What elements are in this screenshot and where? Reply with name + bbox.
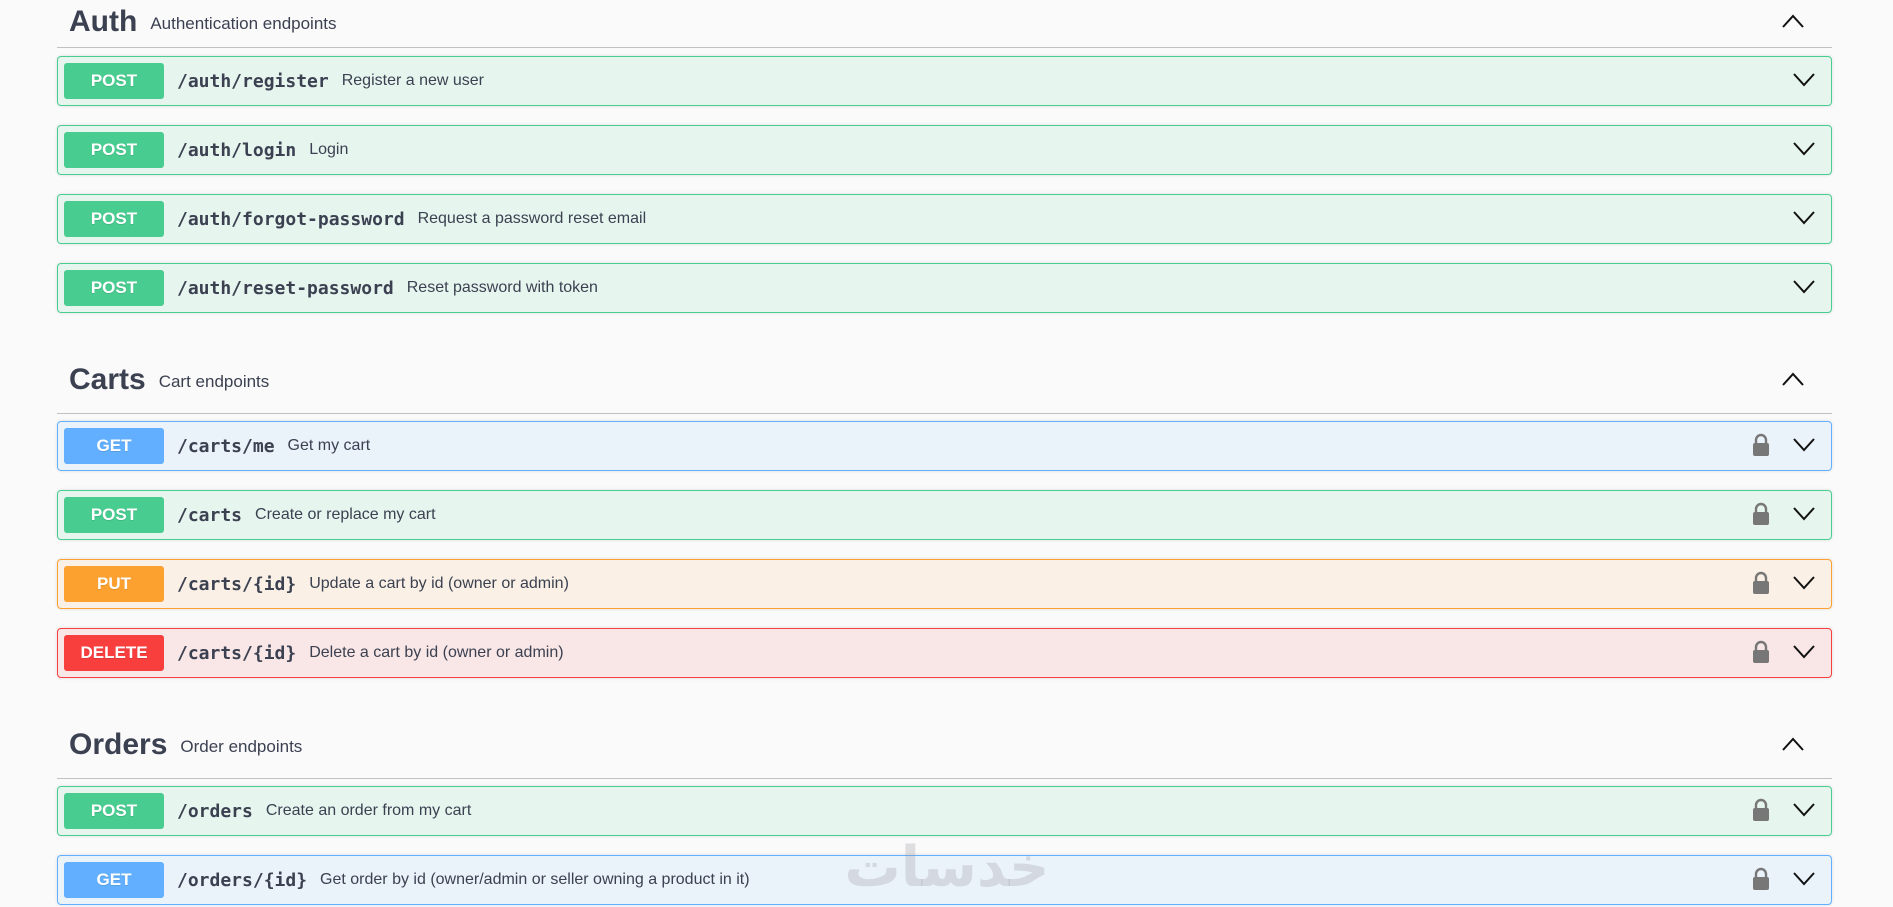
chevron-down-icon[interactable] bbox=[1793, 507, 1815, 521]
method-badge: PUT bbox=[64, 566, 164, 602]
operation-get-orders-id[interactable]: GET /orders/{id} Get order by id (owner/… bbox=[57, 855, 1832, 905]
chevron-down-icon[interactable] bbox=[1793, 645, 1815, 659]
operation-post-auth-forgot-password[interactable]: POST /auth/forgot-password Request a pas… bbox=[57, 194, 1832, 244]
lock-icon[interactable] bbox=[1751, 433, 1771, 457]
method-badge: POST bbox=[64, 793, 164, 829]
operation-summary: Reset password with token bbox=[406, 279, 598, 296]
chevron-down-icon[interactable] bbox=[1793, 803, 1815, 817]
chevron-up-icon[interactable] bbox=[1782, 14, 1804, 28]
section-description: Cart endpoints bbox=[158, 371, 270, 391]
method-badge: GET bbox=[64, 862, 164, 898]
operation-summary: Delete a cart by id (owner or admin) bbox=[309, 644, 564, 661]
operation-path: /orders bbox=[177, 800, 253, 822]
method-badge: POST bbox=[64, 270, 164, 306]
operation-put-carts-id[interactable]: PUT /carts/{id} Update a cart by id (own… bbox=[57, 559, 1832, 609]
method-badge: POST bbox=[64, 201, 164, 237]
section-carts: Carts Cart endpoints bbox=[57, 346, 1832, 414]
swagger-page: Auth Authentication endpoints POST /auth… bbox=[0, 0, 1893, 907]
chevron-down-icon[interactable] bbox=[1793, 872, 1815, 886]
lock-icon[interactable] bbox=[1751, 867, 1771, 891]
method-badge: GET bbox=[64, 428, 164, 464]
chevron-down-icon[interactable] bbox=[1793, 142, 1815, 156]
lock-icon[interactable] bbox=[1751, 640, 1771, 664]
operation-path: /auth/register bbox=[177, 70, 329, 92]
operation-summary: Register a new user bbox=[341, 72, 485, 89]
operation-path: /carts/me bbox=[177, 435, 275, 457]
operation-delete-carts-id[interactable]: DELETE /carts/{id} Delete a cart by id (… bbox=[57, 628, 1832, 678]
operation-summary: Request a password reset email bbox=[417, 210, 647, 227]
section-auth: Auth Authentication endpoints bbox=[57, 0, 1832, 48]
operation-post-orders[interactable]: POST /orders Create an order from my car… bbox=[57, 786, 1832, 836]
operation-post-auth-login[interactable]: POST /auth/login Login bbox=[57, 125, 1832, 175]
method-badge: POST bbox=[64, 63, 164, 99]
section-header-carts[interactable]: Carts Cart endpoints bbox=[57, 346, 1832, 414]
operation-summary: Login bbox=[309, 141, 349, 158]
operation-post-carts[interactable]: POST /carts Create or replace my cart bbox=[57, 490, 1832, 540]
operation-post-auth-register[interactable]: POST /auth/register Register a new user bbox=[57, 56, 1832, 106]
lock-icon[interactable] bbox=[1751, 502, 1771, 526]
operation-path: /auth/login bbox=[177, 139, 297, 161]
operation-path: /carts/{id} bbox=[177, 642, 297, 664]
chevron-down-icon[interactable] bbox=[1793, 576, 1815, 590]
chevron-up-icon[interactable] bbox=[1782, 372, 1804, 386]
chevron-down-icon[interactable] bbox=[1793, 211, 1815, 225]
section-orders: Orders Order endpoints bbox=[57, 711, 1832, 779]
operation-summary: Update a cart by id (owner or admin) bbox=[309, 575, 569, 592]
operation-summary: Get my cart bbox=[287, 437, 371, 454]
chevron-down-icon[interactable] bbox=[1793, 73, 1815, 87]
section-header-orders[interactable]: Orders Order endpoints bbox=[57, 711, 1832, 779]
chevron-down-icon[interactable] bbox=[1793, 438, 1815, 452]
section-title: Auth bbox=[69, 4, 138, 38]
operation-path: /auth/reset-password bbox=[177, 277, 394, 299]
section-title: Orders bbox=[69, 727, 168, 761]
operation-summary: Create an order from my cart bbox=[265, 802, 472, 819]
section-title: Carts bbox=[69, 362, 146, 396]
operation-path: /auth/forgot-password bbox=[177, 208, 405, 230]
lock-icon[interactable] bbox=[1751, 798, 1771, 822]
section-description: Order endpoints bbox=[180, 736, 303, 756]
method-badge: DELETE bbox=[64, 635, 164, 671]
chevron-down-icon[interactable] bbox=[1793, 280, 1815, 294]
operation-summary: Create or replace my cart bbox=[255, 506, 436, 523]
operation-path: /carts bbox=[177, 504, 243, 526]
chevron-up-icon[interactable] bbox=[1782, 737, 1804, 751]
operation-get-carts-me[interactable]: GET /carts/me Get my cart bbox=[57, 421, 1832, 471]
section-header-auth[interactable]: Auth Authentication endpoints bbox=[57, 0, 1832, 48]
operation-post-auth-reset-password[interactable]: POST /auth/reset-password Reset password… bbox=[57, 263, 1832, 313]
lock-icon[interactable] bbox=[1751, 571, 1771, 595]
operation-summary: Get order by id (owner/admin or seller o… bbox=[320, 871, 750, 888]
method-badge: POST bbox=[64, 497, 164, 533]
operation-path: /orders/{id} bbox=[177, 869, 308, 891]
section-description: Authentication endpoints bbox=[150, 13, 337, 33]
operation-path: /carts/{id} bbox=[177, 573, 297, 595]
method-badge: POST bbox=[64, 132, 164, 168]
